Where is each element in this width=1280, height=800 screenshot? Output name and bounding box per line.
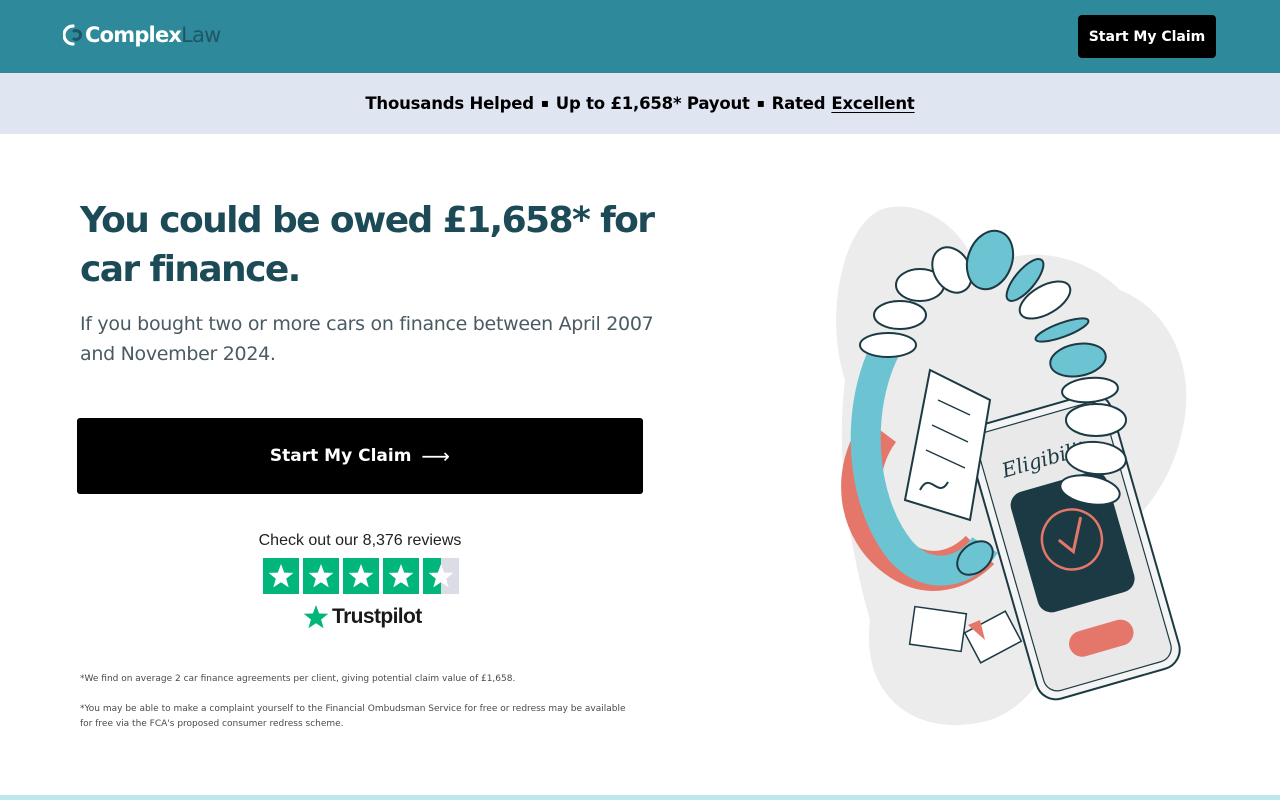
footnote-average-claim: *We find on average 2 car finance agreem… [80,674,516,684]
logo-text-complex: Complex [85,23,182,47]
banner-thousands-helped: Thousands Helped [365,94,534,113]
half-star-icon [423,558,459,594]
star-icon [263,558,299,594]
star-icon [383,558,419,594]
logo-mark-icon [63,24,82,46]
banner-excellent-link[interactable]: Excellent [831,94,914,113]
trustpilot-star-icon [303,605,329,629]
star-icon [303,558,339,594]
header-start-claim-button[interactable]: Start My Claim [1078,15,1216,58]
reviews-count-text[interactable]: Check out our 8,376 reviews [80,532,640,550]
next-section-edge [0,795,1280,800]
trust-banner: Thousands Helped ▪ Up to £1,658* Payout … [0,73,1280,134]
footnote-ombudsman: *You may be able to make a complaint you… [80,704,626,729]
star-icon [343,558,379,594]
logo-text-law: Law [181,23,221,47]
banner-rated-label: Rated [771,94,826,113]
banner-separator: ▪ [540,95,549,110]
hero-cta-label: Start My Claim [269,446,412,466]
banner-payout: Up to £1,658* Payout [555,94,750,113]
banner-separator: ▪ [756,95,765,110]
top-navigation-bar: Complex Law Start My Claim [0,0,1280,73]
trustpilot-logo[interactable]: Trustpilot [303,604,422,630]
trustpilot-stars[interactable] [263,558,459,594]
hero-subhead: If you bought two or more cars on financ… [80,313,654,365]
arrow-right-icon: ⟶ [421,444,451,468]
hero-start-claim-button[interactable]: Start My Claim ⟶ [77,418,643,494]
complexlaw-logo[interactable]: Complex Law [63,22,221,48]
trustpilot-wordmark: Trustpilot [332,605,422,628]
hero-headline: You could be owed £1,658* for car financ… [80,200,655,290]
car-finance-illustration: Eligibility [836,206,1187,726]
